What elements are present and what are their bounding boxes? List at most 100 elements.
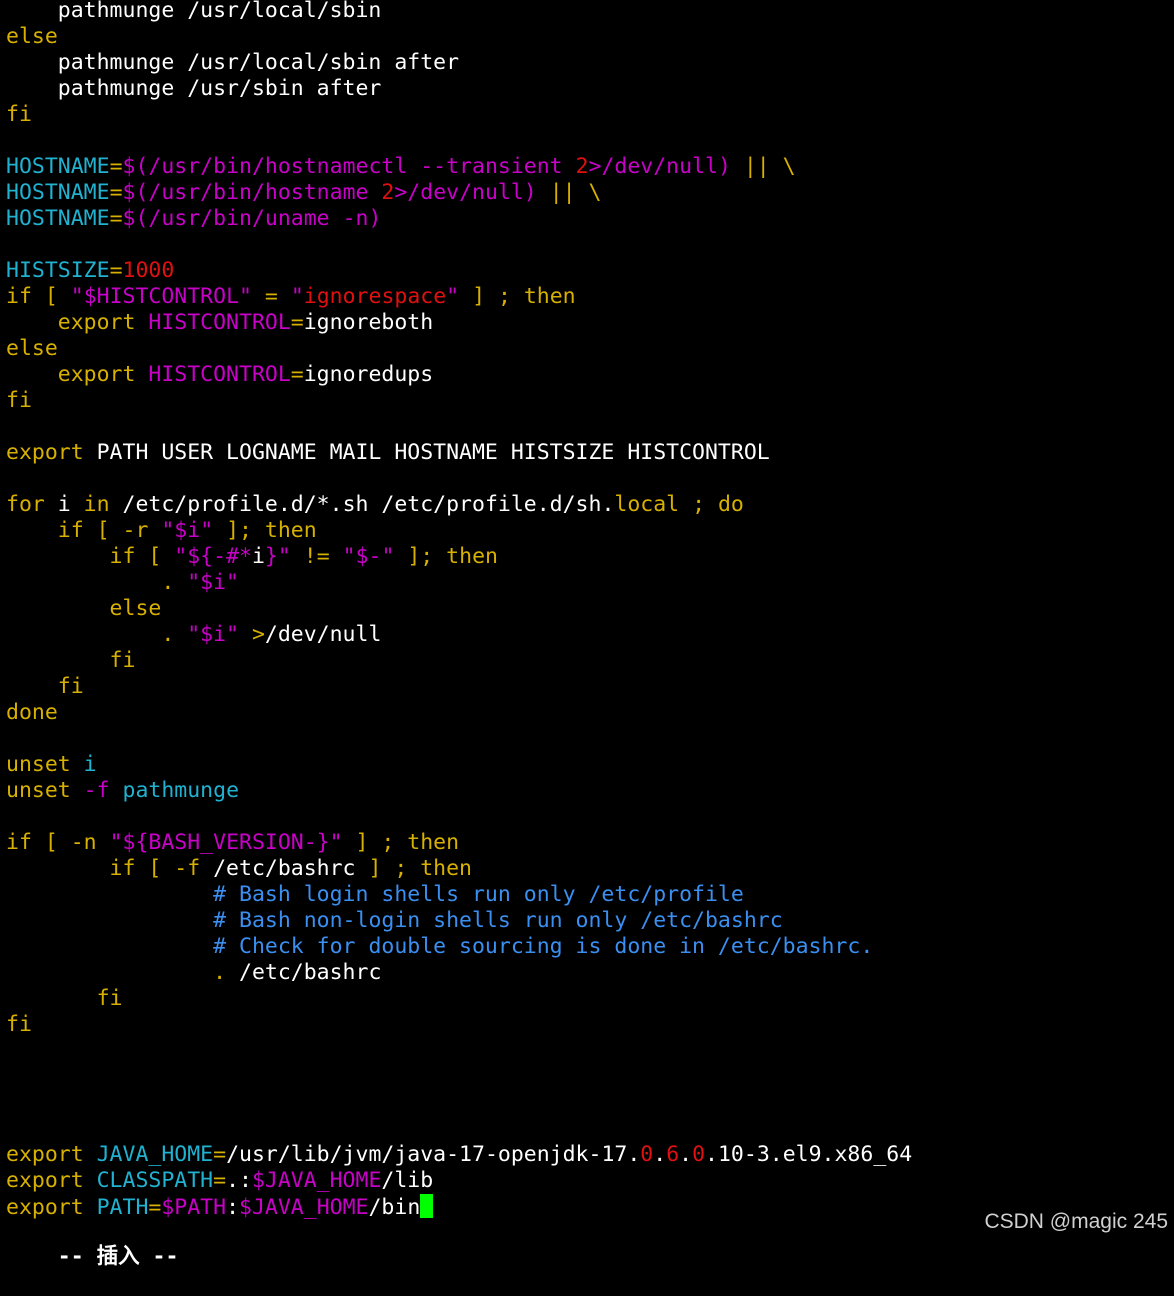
- code-token: HISTSIZE: [6, 258, 110, 283]
- code-token: 1000: [122, 258, 175, 283]
- code-token: =: [213, 1168, 227, 1193]
- code-line[interactable]: else: [6, 336, 58, 362]
- code-line[interactable]: export PATH=$PATH:$JAVA_HOME/bin: [6, 1194, 434, 1220]
- code-token: /etc/bashrc: [239, 960, 382, 985]
- code-token: ": [290, 284, 304, 309]
- code-token: pathmunge /usr/local/sbin after: [6, 50, 460, 75]
- code-token: =: [290, 362, 304, 387]
- code-line[interactable]: fi: [6, 648, 136, 674]
- code-token: $-: [355, 544, 382, 569]
- code-token: ${BASH_VERSION-}: [122, 830, 330, 855]
- vim-editor[interactable]: pathmunge /usr/local/sbin else pathmunge …: [6, 0, 1174, 1269]
- code-line[interactable]: . "$i": [6, 570, 239, 596]
- code-line[interactable]: export HISTCONTROL=ignoreboth: [6, 310, 433, 336]
- code-token: i: [57, 492, 84, 517]
- code-token: /usr/lib/jvm/java-17-openjdk-17.: [226, 1142, 641, 1167]
- code-token: 2: [381, 180, 395, 205]
- code-token: if [: [6, 544, 175, 569]
- code-line[interactable]: unset -f pathmunge: [6, 778, 239, 804]
- code-token: /dev/null: [264, 622, 382, 647]
- code-line[interactable]: HOSTNAME=$(/usr/bin/hostnamectl --transi…: [6, 154, 796, 180]
- code-line[interactable]: export JAVA_HOME=/usr/lib/jvm/java-17-op…: [6, 1142, 912, 1168]
- code-token: export: [6, 1142, 97, 1167]
- code-line[interactable]: fi: [6, 986, 123, 1012]
- code-token: .: [653, 1142, 667, 1167]
- code-line[interactable]: fi: [6, 674, 84, 700]
- code-token: >/dev/null): [394, 180, 537, 205]
- code-token: || \: [536, 180, 602, 205]
- code-token: /bin: [368, 1195, 421, 1220]
- code-token: ignoreboth: [303, 310, 434, 335]
- code-line[interactable]: else: [6, 24, 58, 50]
- code-token: -f: [83, 778, 123, 803]
- code-token: /etc/bashrc: [213, 856, 356, 881]
- code-token: >: [239, 622, 265, 647]
- code-line[interactable]: pathmunge /usr/local/sbin after: [6, 50, 459, 76]
- code-line[interactable]: export HISTCONTROL=ignoredups: [6, 362, 433, 388]
- code-line[interactable]: export CLASSPATH=.:$JAVA_HOME/lib: [6, 1168, 433, 1194]
- code-token: ; do: [679, 492, 744, 517]
- code-token: ${-#*: [187, 544, 252, 569]
- code-token: else: [6, 336, 58, 361]
- code-line[interactable]: else: [6, 596, 162, 622]
- code-line[interactable]: unset i: [6, 752, 97, 778]
- code-line[interactable]: if [ -n "${BASH_VERSION-}" ] ; then: [6, 830, 459, 856]
- code-line[interactable]: # Bash non-login shells run only /etc/ba…: [6, 908, 783, 934]
- code-token: $(/usr/bin/hostnamectl --transient: [122, 154, 576, 179]
- csdn-watermark: CSDN @magic 245: [984, 1210, 1168, 1233]
- code-token: i: [83, 752, 97, 777]
- code-token: ": [109, 830, 123, 855]
- code-line[interactable]: . "$i" >/dev/null: [6, 622, 381, 648]
- code-line[interactable]: # Check for double sourcing is done in /…: [6, 934, 873, 960]
- code-token: "$i": [187, 570, 239, 595]
- code-token: CLASSPATH: [96, 1168, 214, 1193]
- code-line[interactable]: if [ -f /etc/bashrc ] ; then: [6, 856, 472, 882]
- code-line[interactable]: for i in /etc/profile.d/*.sh /etc/profil…: [6, 492, 744, 518]
- code-token: PATH USER LOGNAME MAIL HOSTNAME HISTSIZE…: [96, 440, 770, 465]
- code-token: else: [6, 596, 162, 621]
- code-token: =: [109, 180, 123, 205]
- code-token: pathmunge /usr/local/sbin: [6, 0, 382, 23]
- code-line[interactable]: export PATH USER LOGNAME MAIL HOSTNAME H…: [6, 440, 770, 466]
- code-token: ": [70, 284, 84, 309]
- code-line[interactable]: fi: [6, 102, 32, 128]
- code-line[interactable]: HOSTNAME=$(/usr/bin/uname -n): [6, 206, 381, 232]
- code-token: ] ; then: [355, 856, 472, 881]
- code-token: ]; then: [213, 518, 317, 543]
- code-line[interactable]: HISTSIZE=1000: [6, 258, 174, 284]
- code-token: ": [239, 284, 252, 309]
- code-token: # Bash login shells run only /etc/profil…: [213, 882, 744, 907]
- code-token: .:: [226, 1168, 252, 1193]
- code-token: PATH: [96, 1195, 149, 1220]
- code-token: $(/usr/bin/hostname: [122, 180, 382, 205]
- code-token: ": [161, 518, 175, 543]
- code-token: =: [109, 206, 123, 231]
- code-line[interactable]: fi: [6, 388, 32, 414]
- code-line[interactable]: pathmunge /usr/local/sbin: [6, 0, 382, 24]
- code-line[interactable]: if [ "$HISTCONTROL" = "ignorespace" ] ; …: [6, 284, 576, 310]
- code-token: /lib: [381, 1168, 434, 1193]
- code-line[interactable]: if [ -r "$i" ]; then: [6, 518, 317, 544]
- code-token: || \: [730, 154, 796, 179]
- code-token: JAVA_HOME: [96, 1142, 214, 1167]
- code-token: =: [213, 1142, 227, 1167]
- code-token: for: [6, 492, 58, 517]
- code-token: .: [6, 622, 188, 647]
- code-line[interactable]: fi: [6, 1012, 32, 1038]
- code-token: fi: [6, 648, 136, 673]
- code-token: HOSTNAME: [6, 206, 110, 231]
- code-line[interactable]: HOSTNAME=$(/usr/bin/hostname 2>/dev/null…: [6, 180, 601, 206]
- code-token: .: [6, 570, 188, 595]
- code-token: if [: [6, 284, 71, 309]
- code-line[interactable]: pathmunge /usr/sbin after: [6, 76, 382, 102]
- code-token: $(/usr/bin/uname -n): [122, 206, 382, 231]
- code-line[interactable]: if [ "${-#*i}" != "$-" ]; then: [6, 544, 498, 570]
- code-line[interactable]: done: [6, 700, 58, 726]
- code-line[interactable]: # Bash login shells run only /etc/profil…: [6, 882, 744, 908]
- code-token: export: [6, 310, 149, 335]
- code-token: }: [264, 544, 278, 569]
- code-token: fi: [6, 986, 123, 1011]
- code-line[interactable]: . /etc/bashrc: [6, 960, 381, 986]
- mode-label: -- 插入 --: [57, 1244, 179, 1269]
